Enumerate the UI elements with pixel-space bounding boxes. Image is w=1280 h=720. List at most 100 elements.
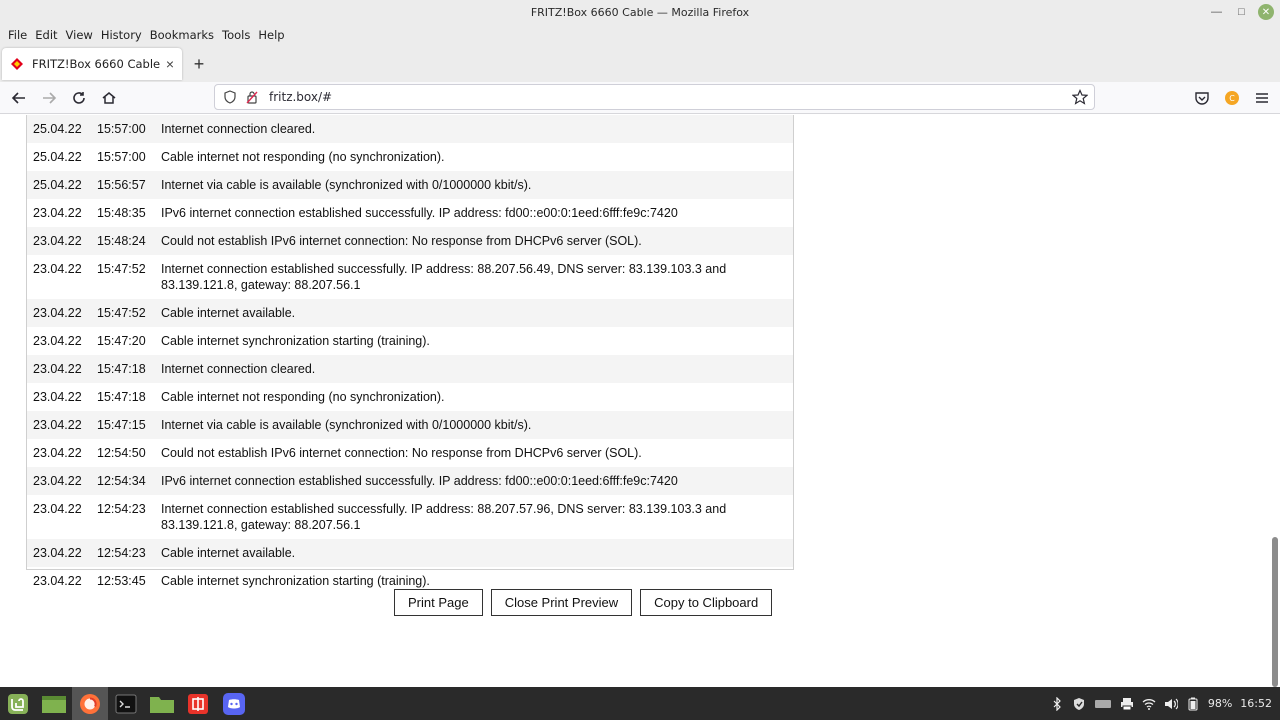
- log-row: 23.04.22 12:54:50 Could not establish IPv6…: [27, 439, 793, 467]
- log-message: Internet connection cleared.: [161, 122, 316, 136]
- log-row: 23.04.22 15:47:52 Internet connection esta…: [27, 255, 793, 299]
- log-date: 23.04.22: [33, 334, 82, 348]
- menu-view[interactable]: View: [62, 28, 97, 42]
- close-tab-icon[interactable]: ×: [166, 56, 174, 72]
- log-row: 23.04.22 12:54:34 IPv6 internet connection…: [27, 467, 793, 495]
- log-date: 25.04.22: [33, 122, 82, 136]
- menu-history[interactable]: History: [97, 28, 146, 42]
- volume-icon[interactable]: [1164, 697, 1178, 711]
- log-message: IPv6 internet connection established suc…: [161, 206, 678, 220]
- app-red-icon[interactable]: [180, 687, 216, 720]
- log-message: Internet via cable is available (synchro…: [161, 418, 532, 432]
- minimize-icon[interactable]: —: [1204, 4, 1229, 20]
- log-date: 23.04.22: [33, 362, 82, 376]
- toolbar-right: C: [1190, 84, 1274, 112]
- nav-bar: fritz.box/# C: [0, 82, 1280, 114]
- log-row: 23.04.22 15:47:52 Cable internet available…: [27, 299, 793, 327]
- log-date: 23.04.22: [33, 418, 82, 432]
- log-time: 12:53:45: [97, 574, 146, 588]
- url-bar[interactable]: fritz.box/#: [214, 84, 1095, 110]
- print-page-button[interactable]: Print Page: [394, 589, 483, 616]
- action-buttons: Print Page Close Print Preview Copy to C…: [394, 589, 773, 616]
- menu-help[interactable]: Help: [254, 28, 288, 42]
- log-message: Internet via cable is available (synchro…: [161, 178, 532, 192]
- forward-icon[interactable]: [35, 84, 63, 112]
- url-text: fritz.box/#: [269, 90, 333, 104]
- log-time: 15:47:18: [97, 362, 146, 376]
- network-wired-icon[interactable]: [1094, 697, 1112, 711]
- log-date: 23.04.22: [33, 474, 82, 488]
- log-time: 12:54:34: [97, 474, 146, 488]
- log-date: 23.04.22: [33, 206, 82, 220]
- log-message: Could not establish IPv6 internet connec…: [161, 234, 642, 248]
- log-time: 12:54:23: [97, 502, 146, 516]
- hamburger-menu-icon[interactable]: [1250, 84, 1274, 112]
- menu-bookmarks[interactable]: Bookmarks: [146, 28, 218, 42]
- log-time: 15:57:00: [97, 150, 146, 164]
- battery-icon[interactable]: [1186, 697, 1200, 711]
- log-time: 15:56:57: [97, 178, 146, 192]
- log-row: 23.04.22 15:48:24 Could not establish IPv6…: [27, 227, 793, 255]
- log-message: Internet connection cleared.: [161, 362, 316, 376]
- tab-label: FRITZ!Box 6660 Cable: [32, 57, 161, 71]
- log-message: Cable internet available.: [161, 546, 296, 560]
- extension-icon[interactable]: C: [1220, 84, 1244, 112]
- log-time: 12:54:23: [97, 546, 146, 560]
- insecure-lock-icon[interactable]: [243, 90, 261, 104]
- tab-strip: FRITZ!Box 6660 Cable × +: [0, 46, 1280, 82]
- window-titlebar: FRITZ!Box 6660 Cable — Mozilla Firefox —…: [0, 0, 1280, 24]
- files-folder-icon[interactable]: [144, 687, 180, 720]
- window-controls: — □ ✕: [1204, 4, 1274, 20]
- show-desktop-icon[interactable]: [36, 687, 72, 720]
- close-window-icon[interactable]: ✕: [1258, 4, 1274, 20]
- log-message: IPv6 internet connection established suc…: [161, 474, 678, 488]
- log-row: 23.04.22 15:47:18 Internet connection clea…: [27, 355, 793, 383]
- log-message: Internet connection established successf…: [161, 502, 727, 532]
- log-message: Cable internet available.: [161, 306, 296, 320]
- log-message: Cable internet not responding (no synchr…: [161, 150, 445, 164]
- printer-icon[interactable]: [1120, 697, 1134, 711]
- terminal-icon[interactable]: [108, 687, 144, 720]
- tracking-protection-icon[interactable]: [221, 90, 239, 104]
- log-time: 15:48:35: [97, 206, 146, 220]
- scrollbar-thumb[interactable]: [1272, 537, 1278, 687]
- log-time: 15:47:52: [97, 262, 146, 276]
- firefox-taskbar-icon[interactable]: [72, 687, 108, 720]
- new-tab-button[interactable]: +: [184, 48, 214, 80]
- log-date: 25.04.22: [33, 150, 82, 164]
- clock[interactable]: 16:52: [1240, 697, 1272, 710]
- reload-icon[interactable]: [65, 84, 93, 112]
- log-row: 25.04.22 15:57:00 Cable internet not respo…: [27, 143, 793, 171]
- page-scrollbar[interactable]: [1270, 115, 1280, 687]
- log-row: 25.04.22 15:56:57 Internet via cable is av…: [27, 171, 793, 199]
- log-date: 23.04.22: [33, 574, 82, 588]
- log-time: 15:48:24: [97, 234, 146, 248]
- menu-tools[interactable]: Tools: [218, 28, 254, 42]
- menu-file[interactable]: File: [4, 28, 31, 42]
- maximize-icon[interactable]: □: [1229, 4, 1254, 20]
- bookmark-star-icon[interactable]: [1071, 89, 1089, 108]
- mint-menu-icon[interactable]: [0, 687, 36, 720]
- log-date: 25.04.22: [33, 178, 82, 192]
- log-time: 15:47:20: [97, 334, 146, 348]
- fritzbox-favicon-icon: [10, 57, 24, 71]
- bluetooth-icon[interactable]: [1050, 696, 1064, 711]
- log-time: 15:57:00: [97, 122, 146, 136]
- window-title: FRITZ!Box 6660 Cable — Mozilla Firefox: [530, 5, 750, 19]
- discord-icon[interactable]: [216, 687, 252, 720]
- shield-update-icon[interactable]: [1072, 697, 1086, 711]
- copy-to-clipboard-button[interactable]: Copy to Clipboard: [640, 589, 773, 616]
- log-row: 23.04.22 12:54:23 Cable internet available…: [27, 539, 793, 567]
- log-date: 23.04.22: [33, 446, 82, 460]
- log-time: 12:54:50: [97, 446, 146, 460]
- wifi-icon[interactable]: [1142, 697, 1156, 711]
- svg-text:C: C: [1229, 94, 1235, 103]
- menu-edit[interactable]: Edit: [31, 28, 61, 42]
- log-row: 23.04.22 15:47:18 Cable internet not respo…: [27, 383, 793, 411]
- pocket-icon[interactable]: [1190, 84, 1214, 112]
- home-icon[interactable]: [95, 84, 123, 112]
- log-date: 23.04.22: [33, 546, 82, 560]
- close-print-preview-button[interactable]: Close Print Preview: [490, 589, 633, 616]
- tab-fritzbox[interactable]: FRITZ!Box 6660 Cable ×: [2, 48, 182, 80]
- back-icon[interactable]: [5, 84, 33, 112]
